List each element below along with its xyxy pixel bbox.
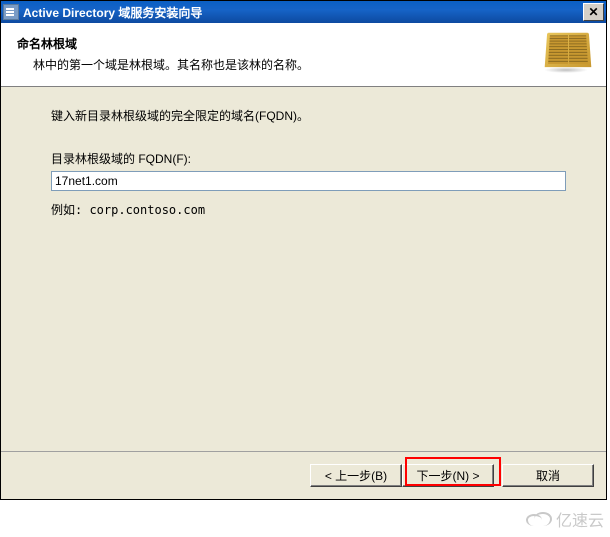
page-subtitle: 林中的第一个域是林根域。其名称也是该林的名称。 [33, 56, 542, 73]
instruction-text: 键入新目录林根级域的完全限定的域名(FQDN)。 [51, 107, 566, 124]
example-text: 例如: corp.contoso.com [51, 201, 566, 218]
watermark-text: 亿速云 [556, 507, 604, 531]
cloud-icon [526, 510, 552, 528]
header-text: 命名林根域 林中的第一个域是林根域。其名称也是该林的名称。 [17, 31, 542, 73]
back-button[interactable]: < 上一步(B) [310, 464, 402, 487]
close-button[interactable]: ✕ [583, 3, 604, 21]
next-button[interactable]: 下一步(N) > [402, 464, 494, 487]
titlebar: Active Directory 域服务安装向导 ✕ [1, 1, 606, 23]
fqdn-input[interactable] [51, 171, 566, 191]
book-icon [542, 31, 590, 73]
wizard-window: Active Directory 域服务安装向导 ✕ 命名林根域 林中的第一个域… [0, 0, 607, 500]
wizard-header: 命名林根域 林中的第一个域是林根域。其名称也是该林的名称。 [1, 23, 606, 87]
wizard-footer: < 上一步(B) 下一步(N) > 取消 [1, 451, 606, 499]
fqdn-label: 目录林根级域的 FQDN(F): [51, 150, 566, 167]
window-title: Active Directory 域服务安装向导 [23, 4, 583, 21]
cancel-button[interactable]: 取消 [502, 464, 594, 487]
app-icon [3, 4, 19, 20]
nav-button-group: < 上一步(B) 下一步(N) > [310, 464, 494, 487]
page-title: 命名林根域 [17, 35, 542, 52]
wizard-content: 键入新目录林根级域的完全限定的域名(FQDN)。 目录林根级域的 FQDN(F)… [1, 87, 606, 451]
watermark: 亿速云 [526, 507, 604, 531]
